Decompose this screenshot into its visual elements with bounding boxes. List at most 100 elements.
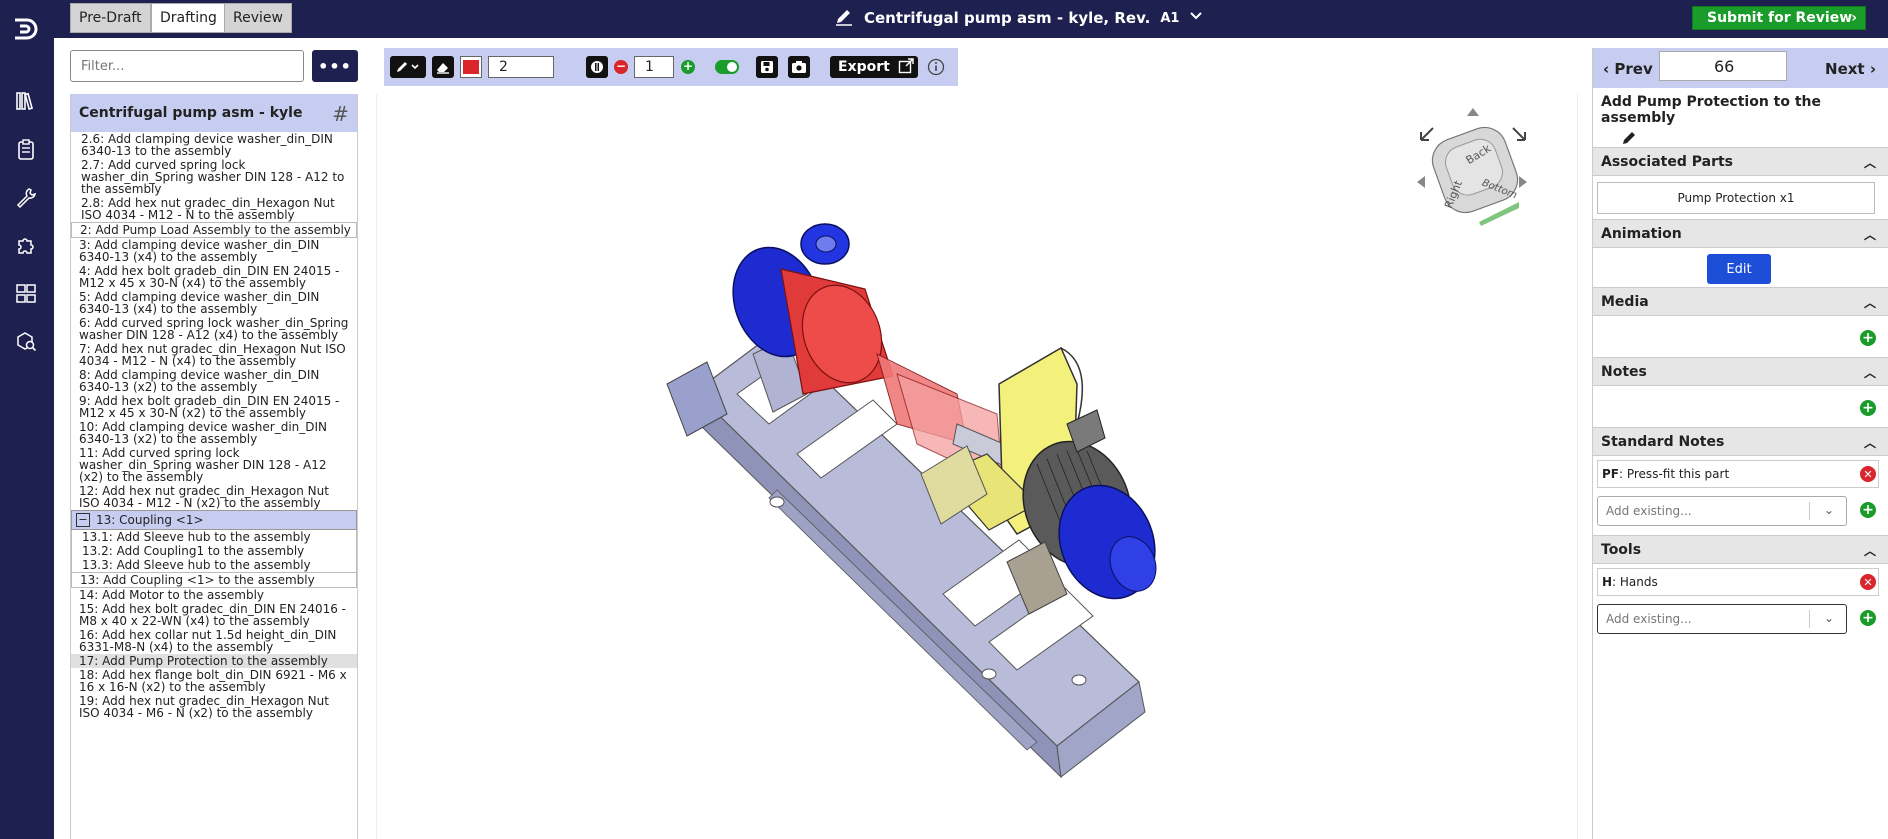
library-icon[interactable] (13, 88, 39, 114)
step-item[interactable]: 18: Add hex flange bolt_din_DIN 6921 - M… (71, 668, 357, 694)
part-chip[interactable]: Pump Protection x1 (1597, 182, 1875, 214)
step-item[interactable]: 10: Add clamping device washer_din_DIN 6… (71, 420, 357, 446)
chevron-up-icon[interactable]: ︿ (1864, 294, 1876, 311)
step-label: 2.8: Add hex nut gradec_din_Hexagon Nut … (81, 196, 335, 222)
step-item[interactable]: 12: Add hex nut gradec_din_Hexagon Nut I… (71, 484, 357, 510)
tool-text: : Hands (1612, 575, 1658, 589)
wrench-icon[interactable] (13, 184, 39, 210)
step-label: 19: Add hex nut gradec_din_Hexagon Nut I… (79, 694, 329, 720)
tab-review[interactable]: Review (224, 3, 292, 33)
next-step-button[interactable]: Next › (1825, 60, 1876, 78)
step-item[interactable]: 9: Add hex bolt gradeb_din_DIN EN 24015 … (71, 394, 357, 420)
more-options-button[interactable]: ••• (312, 50, 358, 82)
add-standard-note-icon[interactable]: + (1860, 502, 1876, 518)
step-label: 13.3: Add Sleeve hub to the assembly (82, 558, 311, 572)
chevron-up-icon[interactable]: ︿ (1864, 364, 1876, 381)
pen-tool-button[interactable] (390, 56, 426, 78)
puzzle-icon[interactable] (13, 232, 39, 258)
step-item[interactable]: 14: Add Motor to the assembly (71, 588, 357, 602)
section-title: Standard Notes (1601, 433, 1725, 450)
export-button[interactable]: Export (830, 56, 918, 78)
step-item[interactable]: 17: Add Pump Protection to the assembly (71, 654, 357, 668)
step-item[interactable]: 13: Add Coupling <1> to the assembly (71, 572, 357, 588)
toggle-switch[interactable] (714, 56, 740, 78)
model-viewport[interactable]: Back Right Bottom (376, 94, 1578, 839)
collapse-icon[interactable]: − (76, 513, 90, 527)
step-item[interactable]: 4: Add hex bolt gradeb_din_DIN EN 24015 … (71, 264, 357, 290)
step-label: 8: Add clamping device washer_din_DIN 63… (79, 368, 320, 394)
counter-icon[interactable] (586, 56, 608, 78)
chevron-down-icon[interactable] (1189, 9, 1203, 27)
step-number-input[interactable]: 66 (1659, 51, 1787, 81)
step-item[interactable]: 13.2: Add Coupling1 to the assembly (71, 544, 357, 558)
app-logo-icon[interactable] (11, 14, 41, 44)
remove-standard-note-icon[interactable]: ✕ (1860, 466, 1876, 482)
parts-search-icon[interactable] (13, 328, 39, 354)
filter-input[interactable] (70, 50, 304, 82)
document-title-bar: Centrifugal pump asm - kyle, Rev. A1 (834, 0, 1203, 36)
step-title: Add Pump Protection to the assembly (1601, 94, 1822, 126)
chevron-up-icon[interactable]: ︿ (1864, 226, 1876, 243)
stroke-width-input[interactable]: 2 (488, 56, 554, 78)
step-item[interactable]: 2: Add Pump Load Assembly to the assembl… (71, 222, 357, 238)
chevron-up-icon[interactable]: ︿ (1864, 434, 1876, 451)
step-title-area: Add Pump Protection to the assembly (1593, 88, 1888, 148)
part-chip-label: Pump Protection x1 (1677, 191, 1795, 205)
info-icon[interactable] (926, 56, 946, 78)
decrement-icon[interactable]: − (613, 56, 629, 78)
add-media-icon[interactable]: + (1860, 330, 1876, 346)
step-item[interactable]: 8: Add clamping device washer_din_DIN 63… (71, 368, 357, 394)
section-tools[interactable]: Tools ︿ (1593, 536, 1888, 564)
chevron-up-icon[interactable]: ︿ (1864, 542, 1876, 559)
section-notes[interactable]: Notes ︿ (1593, 358, 1888, 386)
edit-title-pencil-icon[interactable] (1621, 130, 1880, 150)
section-animation[interactable]: Animation ︿ (1593, 220, 1888, 248)
step-label: 13.2: Add Coupling1 to the assembly (82, 544, 305, 558)
eraser-icon[interactable] (432, 56, 454, 78)
add-tool-icon[interactable]: + (1860, 610, 1876, 626)
remove-tool-icon[interactable]: ✕ (1860, 574, 1876, 590)
camera-icon[interactable] (788, 56, 810, 78)
step-item[interactable]: 13.1: Add Sleeve hub to the assembly (71, 530, 357, 544)
tools-select[interactable]: Add existing... ⌄ (1597, 604, 1847, 634)
step-item[interactable]: 16: Add hex collar nut 1.5d height_din_D… (71, 628, 357, 654)
step-item[interactable]: 2.7: Add curved spring lock washer_din_S… (71, 158, 357, 196)
clipboard-icon[interactable] (13, 137, 39, 163)
step-item[interactable]: 11: Add curved spring lock washer_din_Sp… (71, 446, 357, 484)
step-item[interactable]: 5: Add clamping device washer_din_DIN 63… (71, 290, 357, 316)
step-item[interactable]: 2.6: Add clamping device washer_din_DIN … (71, 132, 357, 158)
tab-pre-draft[interactable]: Pre-Draft (70, 3, 151, 33)
step-label: 13.1: Add Sleeve hub to the assembly (82, 530, 311, 544)
step-item[interactable]: 2.8: Add hex nut gradec_din_Hexagon Nut … (71, 196, 357, 222)
chevron-up-icon[interactable]: ︿ (1864, 154, 1876, 171)
step-pager: ‹ Prev 66 Next › (1593, 48, 1888, 88)
tools-body: H : Hands ✕ Add existing... ⌄ + (1593, 564, 1888, 644)
prev-step-button[interactable]: ‹ Prev (1603, 60, 1653, 78)
save-icon[interactable] (756, 56, 778, 78)
counter-input[interactable]: 1 (634, 56, 674, 78)
step-group[interactable]: −13: Coupling <1> (71, 510, 357, 530)
section-associated-parts[interactable]: Associated Parts ︿ (1593, 148, 1888, 176)
workflow-icon[interactable] (13, 280, 39, 306)
add-note-icon[interactable]: + (1860, 400, 1876, 416)
submit-for-review-button[interactable]: Submit for Review › (1692, 6, 1866, 30)
step-item[interactable]: 15: Add hex bolt gradec_din_DIN EN 24016… (71, 602, 357, 628)
step-item[interactable]: 7: Add hex nut gradec_din_Hexagon Nut IS… (71, 342, 357, 368)
chevron-down-icon: ⌄ (1823, 611, 1834, 625)
step-item[interactable]: 13.3: Add Sleeve hub to the assembly (71, 558, 357, 572)
tab-drafting[interactable]: Drafting (151, 3, 226, 33)
edit-animation-button[interactable]: Edit (1707, 254, 1771, 284)
step-item[interactable]: 6: Add curved spring lock washer_din_Spr… (71, 316, 357, 342)
numbering-icon[interactable]: # (332, 102, 349, 126)
step-details-panel: ‹ Prev 66 Next › Add Pump Protection to … (1592, 48, 1888, 839)
standard-notes-select[interactable]: Add existing... ⌄ (1597, 496, 1847, 526)
increment-icon[interactable]: + (680, 56, 696, 78)
step-label: 10: Add clamping device washer_din_DIN 6… (79, 420, 328, 446)
section-standard-notes[interactable]: Standard Notes ︿ (1593, 428, 1888, 456)
section-title: Animation (1601, 225, 1682, 242)
step-item[interactable]: 19: Add hex nut gradec_din_Hexagon Nut I… (71, 694, 357, 720)
section-media[interactable]: Media ︿ (1593, 288, 1888, 316)
color-picker[interactable] (460, 56, 482, 78)
view-cube[interactable]: Back Right Bottom (1409, 104, 1539, 234)
step-item[interactable]: 3: Add clamping device washer_din_DIN 63… (71, 238, 357, 264)
